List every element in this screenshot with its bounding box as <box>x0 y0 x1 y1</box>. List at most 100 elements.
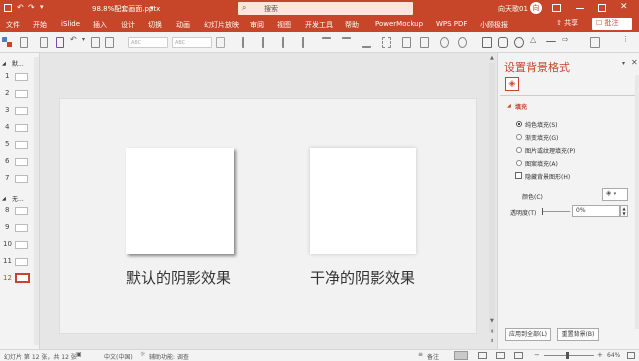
slide[interactable]: 默认的阴影效果 干净的阴影效果 <box>59 98 477 334</box>
radio-solid-fill[interactable] <box>516 121 522 127</box>
layout-icon[interactable] <box>20 37 28 48</box>
label-hide-bg[interactable]: 隐藏背景图形(H) <box>525 172 570 181</box>
dropdown-icon[interactable]: ▾ <box>82 36 87 47</box>
radio-gradient-fill[interactable] <box>516 134 522 140</box>
slide-thumbnail[interactable] <box>15 124 28 132</box>
slide-thumbnail[interactable] <box>15 241 28 249</box>
color-picker-button[interactable]: ◈ ▾ <box>602 188 628 201</box>
quick-access-icon[interactable]: ▾ <box>40 3 44 11</box>
fit-to-window-icon[interactable] <box>627 352 635 359</box>
align-right-icon[interactable] <box>282 37 291 48</box>
zoom-in-icon[interactable]: + <box>597 351 603 359</box>
shape-icon[interactable] <box>105 37 114 48</box>
maximize-icon[interactable] <box>598 4 606 12</box>
title-dropdown-icon[interactable]: ▾ <box>150 4 154 12</box>
search-box[interactable]: ⌕ 搜索 <box>238 2 413 15</box>
section-arrow-icon[interactable]: ◢ <box>2 196 6 202</box>
tab-help[interactable]: 帮助 <box>345 20 359 30</box>
share-button[interactable]: ⇧ 共享 <box>556 18 584 30</box>
arrow-shape-icon[interactable]: ⇨ <box>562 35 572 46</box>
slide-thumbnail[interactable] <box>15 141 28 149</box>
zoom-slider-thumb[interactable] <box>566 352 569 359</box>
group-icon[interactable] <box>382 37 391 48</box>
notes-button[interactable]: 备注 <box>427 352 439 361</box>
arrange-icon[interactable] <box>402 37 411 48</box>
caption-default-shadow[interactable]: 默认的阴影效果 <box>126 267 231 288</box>
transparency-slider[interactable] <box>542 211 570 212</box>
tab-slideshow[interactable]: 幻灯片放映 <box>204 20 239 30</box>
align-middle-icon[interactable] <box>342 37 351 48</box>
scroll-down-icon[interactable]: ▼ <box>490 318 494 324</box>
transparency-slider-thumb[interactable] <box>542 208 543 215</box>
slide-thumbnail[interactable] <box>15 158 28 166</box>
more-shapes-icon[interactable] <box>590 37 600 48</box>
triangle-icon[interactable]: △ <box>530 35 540 46</box>
tab-review[interactable]: 审阅 <box>250 20 264 30</box>
tab-design[interactable]: 设计 <box>121 20 135 30</box>
apply-all-button[interactable]: 应用到全部(L) <box>505 328 551 341</box>
tab-transitions[interactable]: 切换 <box>148 20 162 30</box>
ellipse-icon[interactable] <box>514 37 524 48</box>
crop-icon[interactable] <box>420 37 429 48</box>
transparency-input[interactable]: 0% <box>572 205 620 217</box>
new-slide-icon[interactable] <box>2 37 12 48</box>
reading-view-icon[interactable] <box>496 352 505 359</box>
label-gradient-fill[interactable]: 渐变填充(G) <box>525 133 558 142</box>
print-icon[interactable] <box>40 37 48 48</box>
avatar[interactable]: 向 <box>530 2 542 14</box>
radio-pattern-fill[interactable] <box>516 160 522 166</box>
slide-thumbnail[interactable] <box>15 207 28 215</box>
save-icon[interactable] <box>4 4 12 12</box>
prev-slide-icon[interactable]: ⇞ <box>490 329 494 335</box>
bold-icon[interactable] <box>216 37 225 48</box>
slide-thumbnail[interactable] <box>15 107 28 115</box>
accessibility-status[interactable]: 辅助功能: 调查 <box>149 352 189 361</box>
slide-thumbnail[interactable] <box>15 175 28 183</box>
rectangle-icon[interactable] <box>482 37 492 48</box>
pane-options-icon[interactable]: ▾ <box>622 60 625 67</box>
comment-button[interactable]: ☐ 批注 <box>592 18 632 30</box>
shape-outline-icon[interactable] <box>458 37 467 48</box>
undo-icon[interactable]: ↶ <box>17 3 24 12</box>
transparency-spinner[interactable]: ▲ ▼ <box>620 205 628 217</box>
ribbon-expand-icon[interactable]: ⋮ <box>622 35 630 46</box>
shape-clean-shadow[interactable] <box>310 148 416 254</box>
shape-default-shadow[interactable] <box>126 148 234 254</box>
save-toolbar-icon[interactable] <box>56 37 64 48</box>
align-top-icon[interactable] <box>322 37 331 48</box>
align-left-icon[interactable] <box>242 37 251 48</box>
label-picture-fill[interactable]: 图片或纹理填充(P) <box>525 146 575 155</box>
tab-animations[interactable]: 动画 <box>176 20 190 30</box>
slide-thumbnail[interactable] <box>15 90 28 98</box>
undo-toolbar-icon[interactable]: ↶ <box>70 35 82 46</box>
reset-bg-button[interactable]: 重置背景(B) <box>557 328 599 341</box>
font-size-box[interactable]: ABC <box>172 37 212 48</box>
zoom-level[interactable]: 64% <box>607 352 620 359</box>
language-indicator[interactable]: 中文(中国) <box>104 352 133 361</box>
tab-developer[interactable]: 开发工具 <box>305 20 333 30</box>
shape-fill-icon[interactable] <box>440 37 449 48</box>
rounded-rect-icon[interactable] <box>498 37 508 48</box>
tab-xiaogu[interactable]: 小顾极报 <box>480 20 508 30</box>
fill-category-icon[interactable]: ◈ <box>505 77 519 91</box>
ribbon-display-icon[interactable] <box>552 4 561 12</box>
notes-icon[interactable]: ≡ <box>418 351 423 358</box>
accessibility-icon[interactable]: ☼ <box>140 351 145 358</box>
align-center-icon[interactable] <box>262 37 271 48</box>
caption-clean-shadow[interactable]: 干净的阴影效果 <box>310 267 415 288</box>
slide-thumbnail-active[interactable] <box>15 273 30 283</box>
tab-file[interactable]: 文件 <box>6 20 20 30</box>
vertical-scrollbar[interactable] <box>489 63 495 333</box>
fill-section-arrow-icon[interactable]: ◢ <box>507 103 511 109</box>
tab-wps-pdf[interactable]: WPS PDF <box>436 20 467 28</box>
slide-thumbnail[interactable] <box>15 258 28 266</box>
tab-view[interactable]: 视图 <box>277 20 291 30</box>
distribute-icon[interactable] <box>302 37 311 48</box>
tab-islide[interactable]: iSlide <box>61 20 80 28</box>
user-name[interactable]: 向天歌01 <box>498 4 528 14</box>
label-pattern-fill[interactable]: 图案填充(A) <box>525 159 558 168</box>
font-name-box[interactable]: ABC <box>128 37 168 48</box>
slide-thumbnail[interactable] <box>15 224 28 232</box>
pane-close-icon[interactable]: ✕ <box>631 58 638 67</box>
tab-home[interactable]: 开始 <box>33 20 47 30</box>
